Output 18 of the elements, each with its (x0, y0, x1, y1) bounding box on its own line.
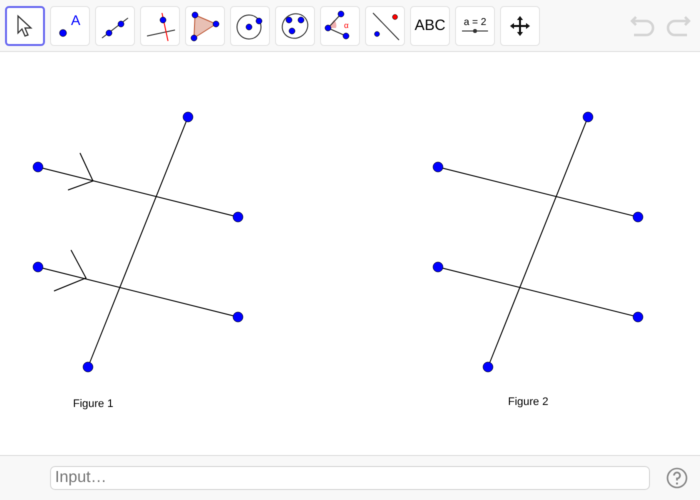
figure-caption: Figure 1 (73, 398, 114, 410)
move-arrows-icon (508, 14, 532, 38)
line-tool-button[interactable] (95, 6, 135, 46)
reflect-tool-button[interactable] (365, 6, 405, 46)
circle-tool-button[interactable] (230, 6, 270, 46)
move-tool-button[interactable] (5, 6, 45, 46)
input-field[interactable]: Input… (50, 466, 650, 490)
slider-icon (462, 28, 488, 34)
text-tool-button[interactable]: ABC (410, 6, 450, 46)
conic-tool-button[interactable] (275, 6, 315, 46)
pan-tool-button[interactable] (500, 6, 540, 46)
triangle-icon (189, 10, 221, 42)
figure-caption: Figure 2 (508, 396, 548, 408)
slider-tool-button[interactable]: a = 2 (455, 6, 495, 46)
help-icon[interactable] (666, 467, 688, 489)
pointer-arrow-icon (16, 14, 34, 38)
polygon-tool-button[interactable] (185, 6, 225, 46)
perpendicular-tool-button[interactable] (140, 6, 180, 46)
